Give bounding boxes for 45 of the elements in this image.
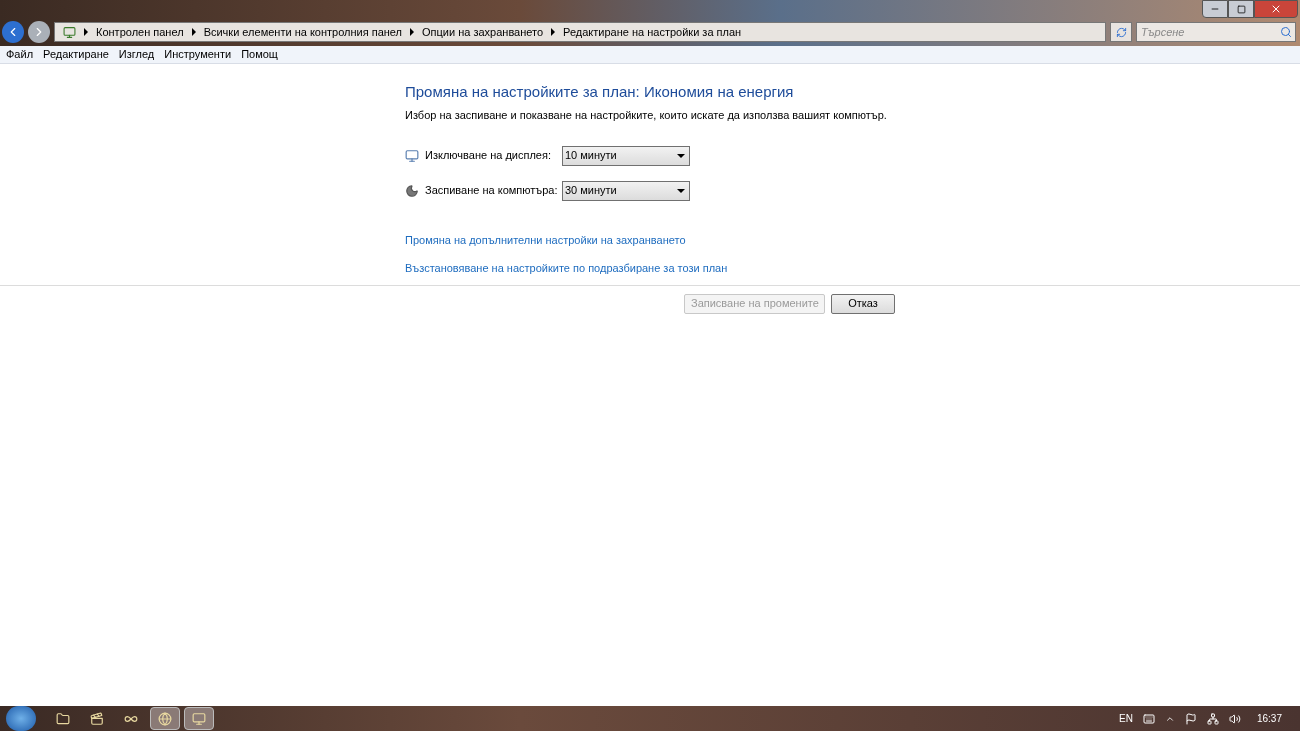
keyboard-icon[interactable] [1142,712,1155,725]
volume-icon[interactable] [1228,712,1241,725]
caret-icon [677,153,685,158]
clock[interactable]: 16:37 [1256,711,1282,726]
settings-link[interactable]: Възстановяване на настройките по подразбиране за този план [405,260,728,277]
search-icon [1280,26,1292,38]
menu-item[interactable]: Инструменти [164,46,232,63]
breadcrumb-arrow-icon [84,28,88,36]
language-indicator[interactable]: EN [1119,711,1133,726]
display-icon [405,148,419,163]
network-icon[interactable] [1206,712,1219,725]
page-description: Избор на заспиване и показване на настройките, които искате да използва вашият компютър. [405,108,888,123]
maximize-icon [1236,4,1246,14]
caret-icon [677,188,685,193]
cancel-button[interactable]: Отказ [831,293,895,314]
breadcrumb-arrow-icon [410,28,414,36]
menu-item[interactable]: Файл [6,46,34,63]
setting-label: Изключване на дисплея: [425,148,552,164]
flag-icon[interactable] [1184,712,1197,725]
dropdown[interactable]: 30 минути [562,180,690,201]
refresh-icon [1115,26,1127,38]
setting-label: Заспиване на компютъра: [425,183,559,199]
minimize-button[interactable] [1202,0,1228,18]
forward-button[interactable] [28,21,50,43]
breadcrumb-item[interactable]: Всички елементи на контролния панел [203,23,402,41]
restore-button[interactable] [1228,0,1254,18]
moon-icon [405,183,419,198]
breadcrumb-item[interactable]: Контролен панел [96,23,184,41]
menu-item[interactable]: Редактиране [43,46,109,63]
search-field[interactable]: Търсене [1136,22,1296,42]
menu-item[interactable]: Изглед [118,46,155,63]
breadcrumb-arrow-icon [551,28,556,36]
address-bar[interactable]: Контролен панел Всички елементи на контролния панел Опции на захранването Редактиране на настройки за план [54,22,1106,42]
breadcrumb-item[interactable]: Опции на захранването [422,23,544,41]
breadcrumb-item[interactable]: Редактиране на настройки за план [563,23,742,41]
page-heading: Промяна на настройките за план: Икономия на енергия [405,83,795,101]
breadcrumb-arrow-icon [191,28,196,36]
folder-icon [56,711,70,726]
back-button[interactable] [2,21,24,43]
menu-item[interactable]: Помощ [241,46,278,63]
dropdown[interactable]: 10 минути [562,145,690,166]
refresh-button[interactable] [1110,22,1132,42]
close-icon [1270,3,1282,15]
start-button[interactable] [6,706,36,731]
settings-link[interactable]: Промяна на допълнителни настройки на захранването [405,231,686,248]
